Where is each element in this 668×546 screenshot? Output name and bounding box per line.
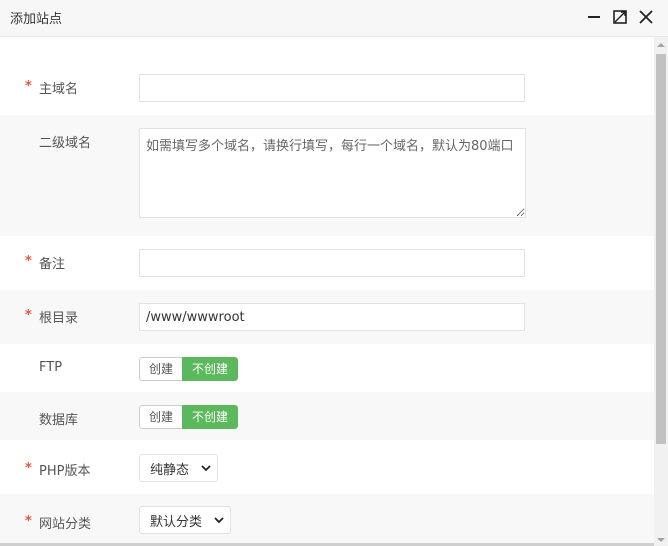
scroll-up-icon[interactable] <box>654 37 668 51</box>
scrollbar-thumb[interactable] <box>656 54 666 444</box>
domain-input[interactable] <box>139 74 525 102</box>
required-marker: * <box>25 308 32 323</box>
remark-label: 备注 <box>39 257 66 272</box>
dialog-title: 添加站点 <box>10 12 63 27</box>
required-marker: * <box>25 79 32 94</box>
root-label: 根目录 <box>39 311 79 326</box>
add-site-dialog: 添加站点 * 主域名 二级域名 如需填写多个域名，请换行填写，每行一个域名，默认… <box>0 0 668 546</box>
database-toggle: 创建 不创建 <box>139 405 239 429</box>
remark-input[interactable] <box>139 249 525 277</box>
database-create-button[interactable]: 创建 <box>139 405 183 429</box>
required-marker: * <box>25 514 32 529</box>
dialog-titlebar: 添加站点 <box>0 0 668 37</box>
dialog-content: * 主域名 二级域名 * 备注 * 根目录 FTP 创建 不创建 <box>0 37 654 546</box>
required-marker: * <box>25 254 32 269</box>
ftp-no-create-button[interactable]: 不创建 <box>182 357 239 381</box>
form-row-ftp: FTP 创建 不创建 <box>0 344 654 392</box>
vertical-scrollbar[interactable] <box>654 37 668 546</box>
chevron-down-icon <box>214 517 224 524</box>
subdomain-textarea[interactable] <box>139 128 526 218</box>
form-row-remark: * 备注 <box>0 236 654 290</box>
category-value: 默认分类 <box>150 514 203 530</box>
form-row-root: * 根目录 <box>0 290 654 344</box>
subdomain-label: 二级域名 <box>39 136 92 151</box>
ftp-label: FTP <box>39 360 63 375</box>
category-select[interactable]: 默认分类 <box>139 506 232 534</box>
database-label: 数据库 <box>39 413 79 428</box>
form-row-domain: * 主域名 <box>0 37 654 115</box>
form-row-category: * 网站分类 默认分类 <box>0 494 654 546</box>
required-marker: * <box>25 461 32 476</box>
form-row-php: * PHP版本 纯静态 <box>0 440 654 494</box>
scroll-down-icon[interactable] <box>654 532 668 546</box>
php-label: PHP版本 <box>39 464 91 479</box>
category-label: 网站分类 <box>39 517 92 532</box>
root-input[interactable] <box>139 303 525 331</box>
chevron-down-icon <box>201 465 211 472</box>
form-row-database: 数据库 创建 不创建 <box>0 392 654 440</box>
ftp-toggle: 创建 不创建 <box>139 357 239 381</box>
database-no-create-button[interactable]: 不创建 <box>182 405 239 429</box>
maximize-icon[interactable] <box>610 7 630 27</box>
minimize-icon[interactable] <box>584 7 604 27</box>
domain-label: 主域名 <box>39 82 79 97</box>
php-version-select[interactable]: 纯静态 <box>139 454 219 482</box>
php-version-value: 纯静态 <box>150 462 190 478</box>
form-row-subdomain: 二级域名 <box>0 115 654 236</box>
ftp-create-button[interactable]: 创建 <box>139 357 183 381</box>
close-icon[interactable] <box>636 7 656 27</box>
